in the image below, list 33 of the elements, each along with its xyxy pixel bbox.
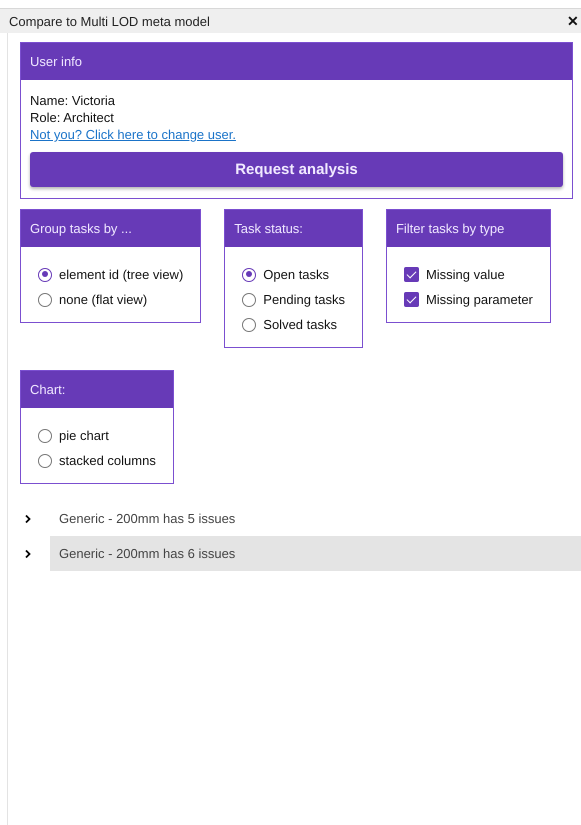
radio-button[interactable]	[38, 292, 52, 306]
option-label: none (flat view)	[59, 292, 148, 307]
request-analysis-button[interactable]: Request analysis	[30, 152, 563, 187]
option-label: element id (tree view)	[59, 267, 184, 282]
panel-title: Filter tasks by type	[396, 221, 504, 236]
panel-title: Group tasks by ...	[30, 221, 132, 236]
tree-item[interactable]: Generic - 200mm has 5 issues	[50, 501, 581, 536]
radio-button[interactable]	[38, 428, 52, 442]
checkbox[interactable]	[404, 292, 419, 307]
chevron-icon[interactable]	[24, 514, 32, 524]
option-label: Open tasks	[263, 267, 330, 282]
close-button[interactable]: ✕	[565, 13, 581, 29]
radio-button[interactable]	[38, 454, 52, 468]
change-user-link[interactable]: Not you? Click here to change user.	[30, 126, 563, 143]
user-detail: Role: Architect	[30, 109, 115, 126]
chevron-icon[interactable]	[24, 548, 32, 558]
window-title: Compare to Multi LOD meta model	[9, 14, 210, 28]
radio-button[interactable]	[242, 292, 256, 306]
radio-button[interactable]	[38, 268, 52, 282]
panel-title: User info	[30, 54, 82, 69]
user-detail: Name: Victoria	[30, 92, 116, 109]
option-label: stacked columns	[59, 453, 156, 468]
option-label: pie chart	[59, 428, 109, 443]
checkbox[interactable]	[404, 267, 419, 282]
tree-item[interactable]: Generic - 200mm has 6 issues	[50, 536, 581, 571]
panel-title: Chart:	[30, 382, 66, 397]
radio-button[interactable]	[242, 268, 256, 282]
option-label: Solved tasks	[263, 317, 337, 332]
option-label: Missing parameter	[426, 292, 533, 307]
radio-button[interactable]	[242, 318, 256, 332]
option-label: Missing value	[426, 267, 505, 282]
option-label: Pending tasks	[263, 292, 345, 307]
panel-title: Task status:	[234, 221, 303, 236]
